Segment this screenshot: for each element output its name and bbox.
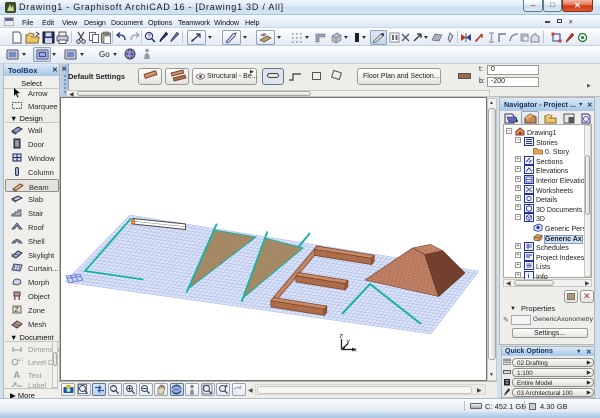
svg-text:1,2: 1,2 bbox=[18, 357, 23, 362]
svg-text:x: x bbox=[354, 347, 358, 354]
svg-text:y: y bbox=[347, 338, 351, 345]
svg-text:A: A bbox=[14, 370, 21, 380]
svg-text:Z: Z bbox=[15, 307, 20, 314]
svg-text:z: z bbox=[340, 333, 343, 340]
